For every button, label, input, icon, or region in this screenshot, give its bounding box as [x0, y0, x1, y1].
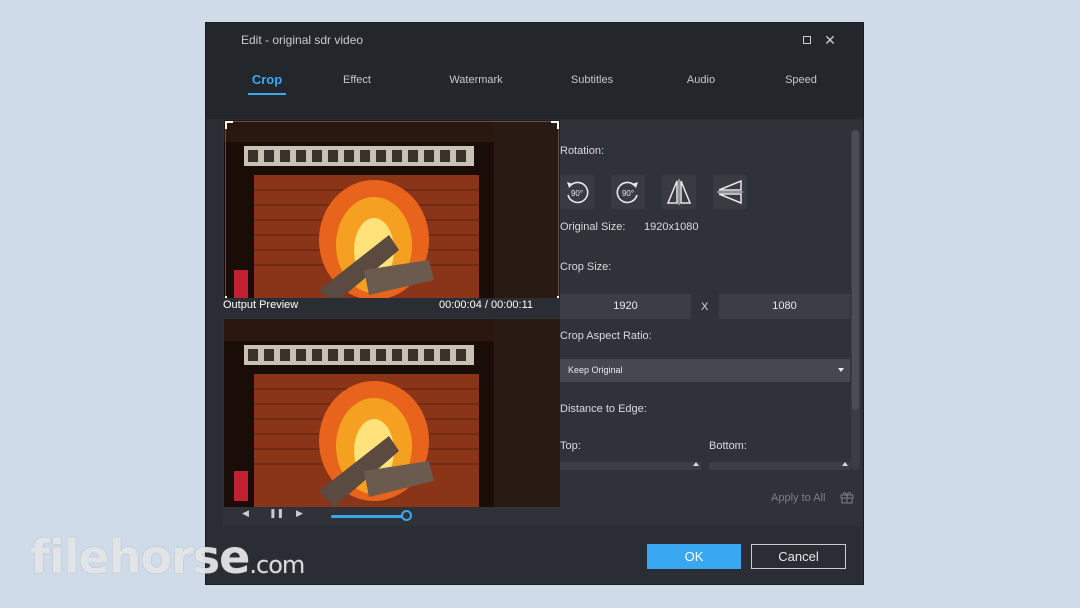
- spin-up-icon[interactable]: [693, 462, 699, 466]
- bottom-distance-input[interactable]: [709, 462, 850, 470]
- window-title: Edit - original sdr video: [241, 33, 364, 47]
- title-bar: Edit - original sdr video ✕: [206, 23, 863, 59]
- playback-progress[interactable]: [331, 515, 407, 518]
- progress-thumb[interactable]: [401, 510, 412, 521]
- crop-width-input[interactable]: 1920: [560, 294, 691, 319]
- close-icon[interactable]: ✕: [822, 32, 838, 48]
- preview-label-bar: Output Preview 00:00:04 / 00:00:11: [223, 298, 560, 318]
- scrollbar-thumb[interactable]: [852, 130, 859, 410]
- apply-to-all-link[interactable]: Apply to All: [771, 492, 825, 504]
- fireplace-output-frame: [224, 319, 560, 507]
- output-preview-label: Output Preview: [223, 299, 299, 311]
- timecode: 00:00:04 / 00:00:11: [439, 299, 533, 311]
- top-label: Top:: [560, 440, 581, 452]
- flip-vertical-icon: [717, 179, 743, 205]
- dialog-footer: OK Cancel: [206, 533, 863, 585]
- crop-frame[interactable]: [225, 121, 559, 304]
- tab-crop[interactable]: Crop: [248, 69, 286, 95]
- crop-settings: Rotation: 90° 90° Original Size: 1920x10…: [560, 120, 850, 526]
- crop-size-separator: X: [701, 301, 709, 313]
- top-distance-input[interactable]: [560, 462, 701, 470]
- tab-audio[interactable]: Audio: [681, 69, 721, 91]
- gift-icon[interactable]: [840, 490, 854, 504]
- rotate-ccw-icon: 90°: [616, 181, 638, 204]
- next-frame-icon[interactable]: ▶: [296, 508, 303, 519]
- playback-controls: ◀ ❚❚ ▶: [224, 507, 560, 526]
- tab-watermark[interactable]: Watermark: [444, 69, 508, 91]
- flip-horizontal-button[interactable]: [662, 175, 696, 209]
- flip-horizontal-icon: [666, 179, 692, 205]
- tab-speed[interactable]: Speed: [781, 69, 821, 91]
- aspect-ratio-select[interactable]: Keep Original: [560, 359, 850, 382]
- previous-frame-icon[interactable]: ◀: [242, 508, 249, 519]
- filehorse-watermark: filehorse.com: [30, 530, 305, 584]
- crop-handle-top-left[interactable]: [225, 121, 233, 129]
- original-size-label: Original Size:: [560, 221, 626, 233]
- svg-text:90°: 90°: [622, 189, 634, 198]
- ok-button[interactable]: OK: [647, 544, 741, 569]
- original-size-value: 1920x1080: [644, 221, 699, 233]
- tab-effect[interactable]: Effect: [336, 69, 378, 91]
- crop-height-input[interactable]: 1080: [719, 294, 850, 319]
- tab-bar: Crop Effect Watermark Subtitles Audio Sp…: [206, 59, 863, 119]
- svg-text:90°: 90°: [571, 189, 583, 198]
- cancel-button[interactable]: Cancel: [751, 544, 846, 569]
- aspect-ratio-value: Keep Original: [568, 365, 623, 375]
- output-preview: [224, 319, 560, 507]
- flip-vertical-button[interactable]: [713, 175, 747, 209]
- pause-icon[interactable]: ❚❚: [269, 508, 284, 519]
- spin-up-icon[interactable]: [842, 462, 848, 466]
- tab-subtitles[interactable]: Subtitles: [566, 69, 618, 91]
- original-preview: [224, 120, 560, 304]
- aspect-ratio-label: Crop Aspect Ratio:: [560, 330, 652, 342]
- maximize-icon[interactable]: [799, 32, 815, 48]
- rotate-counterclockwise-button[interactable]: 90°: [611, 175, 645, 209]
- settings-scrollbar[interactable]: [851, 130, 860, 470]
- bottom-label: Bottom:: [709, 440, 747, 452]
- rotate-clockwise-button[interactable]: 90°: [560, 175, 594, 209]
- crop-size-label: Crop Size:: [560, 261, 612, 273]
- distance-to-edge-label: Distance to Edge:: [560, 403, 647, 415]
- crop-panel: Output Preview 00:00:04 / 00:00:11 ◀ ❚❚ …: [223, 120, 862, 526]
- chevron-down-icon: [838, 368, 844, 372]
- edit-dialog: Edit - original sdr video ✕ Crop Effect …: [205, 22, 864, 585]
- rotate-cw-icon: 90°: [567, 181, 589, 204]
- crop-handle-top-right[interactable]: [551, 121, 559, 129]
- rotation-label: Rotation:: [560, 145, 605, 157]
